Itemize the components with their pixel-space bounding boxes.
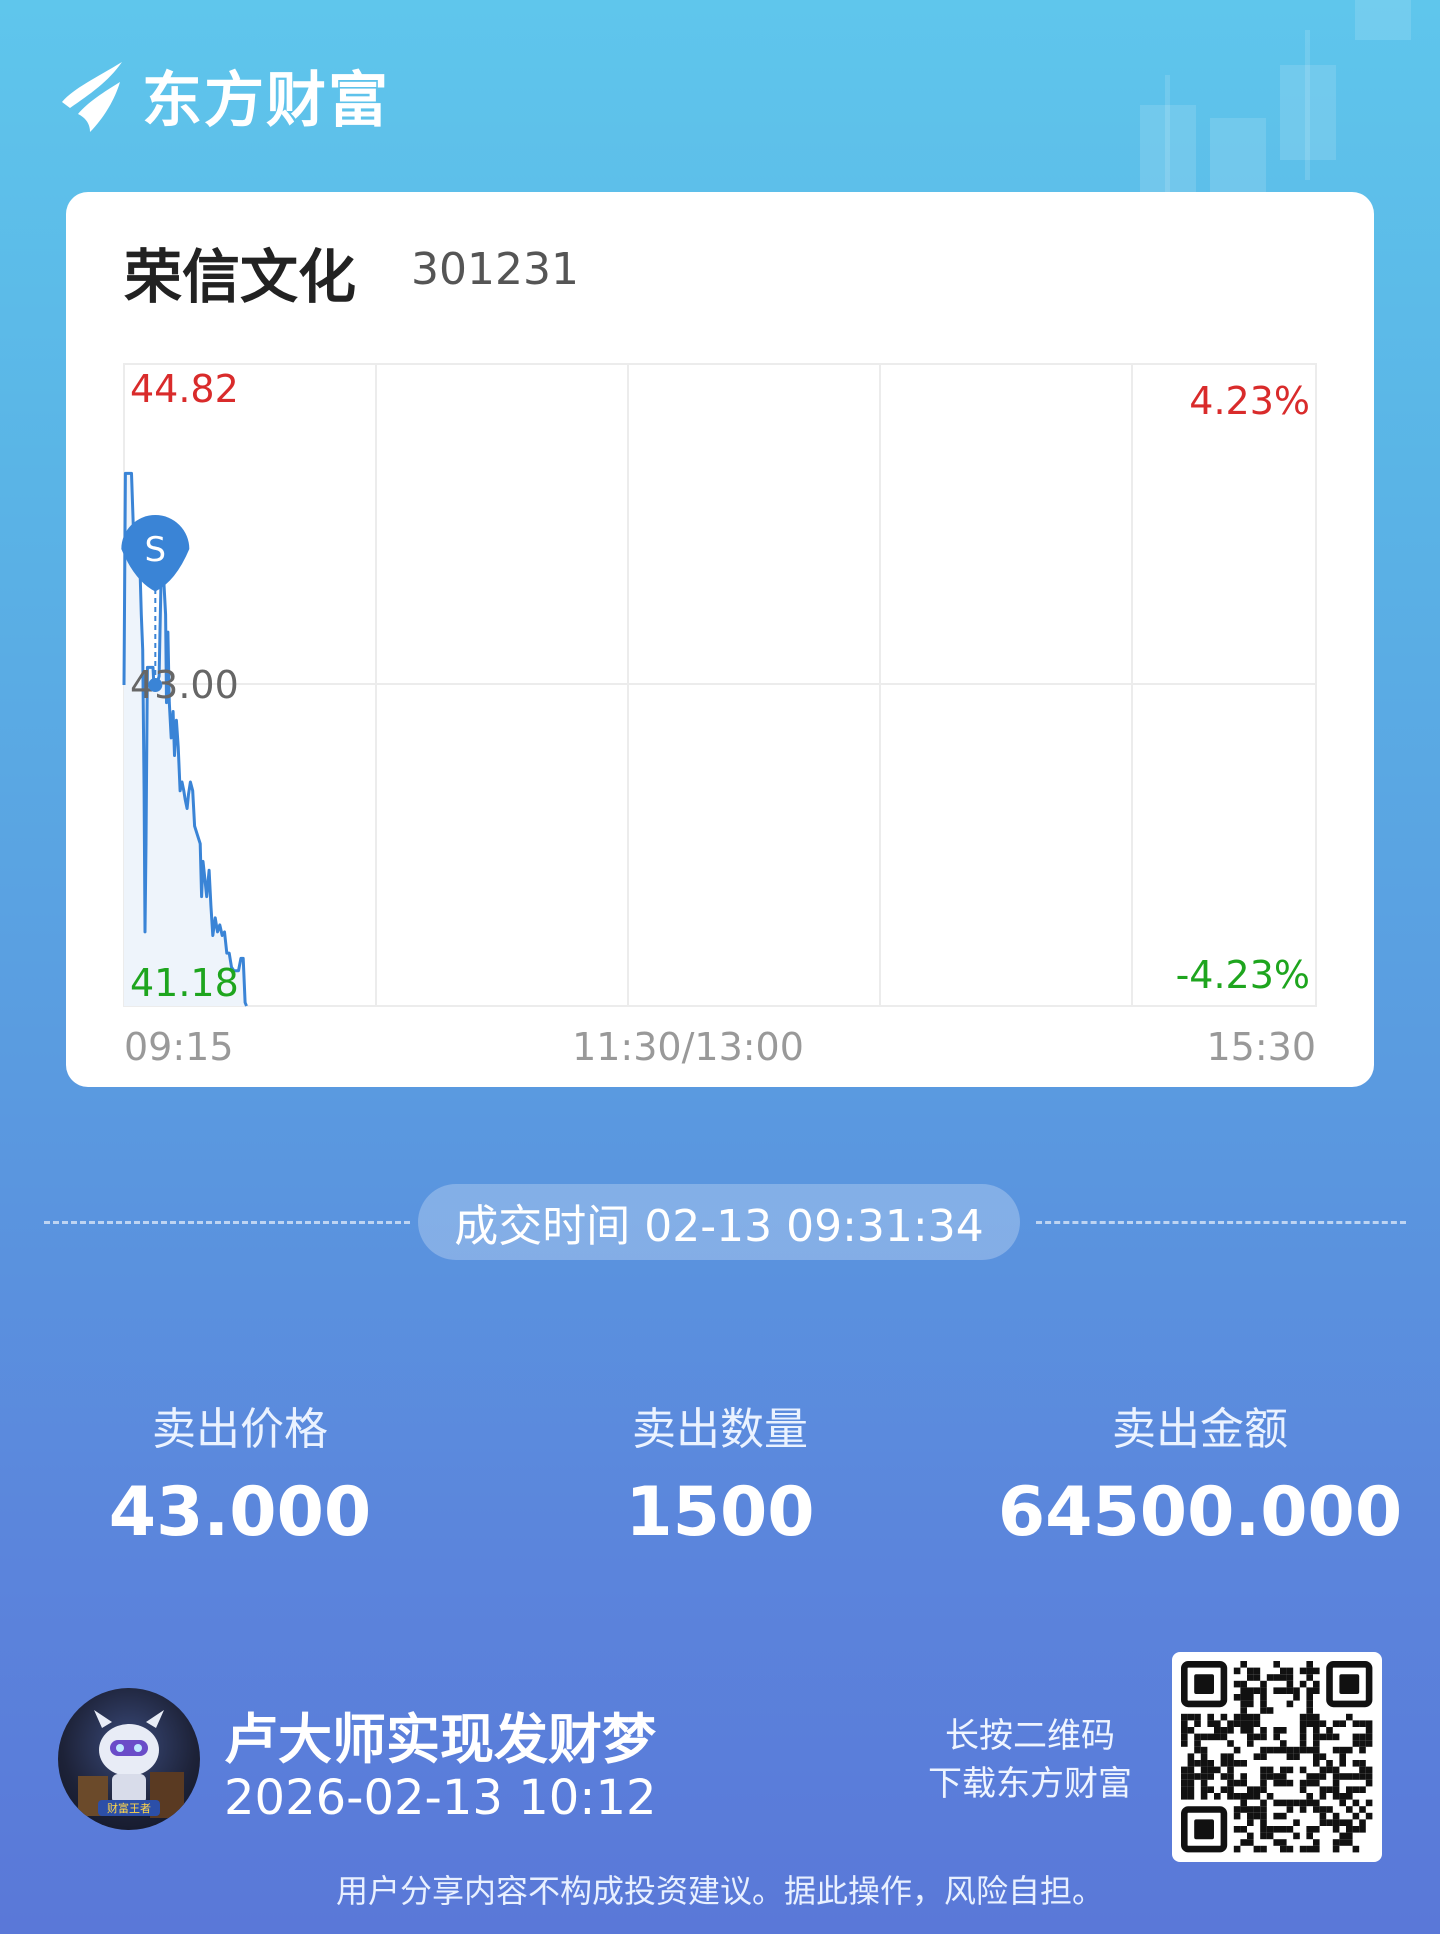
background-candle-wick — [1305, 30, 1310, 180]
pct-min-label: -4.23% — [1176, 953, 1310, 997]
sell-marker-label: S — [145, 530, 167, 570]
stat-sell-amount: 卖出金额 64500.000 — [990, 1393, 1410, 1552]
stat-sell-quantity: 卖出数量 1500 — [510, 1393, 930, 1552]
brand-name: 东方财富 — [142, 66, 390, 136]
stat-label: 卖出数量 — [632, 1404, 808, 1455]
stat-value: 43.000 — [108, 1473, 372, 1552]
stat-label: 卖出金额 — [1112, 1404, 1288, 1455]
sell-marker-dot — [148, 678, 163, 692]
pct-max-label: 4.23% — [1189, 379, 1310, 423]
background-candle-wick — [1165, 75, 1170, 195]
qr-code-icon — [1181, 1661, 1373, 1853]
intraday-price-chart[interactable]: 44.82 43.00 41.18 4.23% -4.23% 09:15 11:… — [66, 192, 1374, 1087]
qr-code[interactable] — [1172, 1652, 1382, 1862]
disclaimer: 用户分享内容不构成投资建议。据此操作，风险自担。 — [335, 1872, 1104, 1910]
brand-logo: 东方财富 — [56, 52, 390, 139]
price-mid-label: 43.00 — [130, 663, 239, 707]
stat-sell-price: 卖出价格 43.000 — [30, 1393, 450, 1552]
stat-label: 卖出价格 — [152, 1404, 328, 1455]
price-min-label: 41.18 — [130, 961, 239, 1005]
x-tick-label: 09:15 — [124, 1025, 234, 1069]
avatar[interactable]: 财富王者 — [58, 1688, 200, 1830]
dashed-divider-right — [1036, 1221, 1406, 1224]
x-tick-label: 15:30 — [1206, 1025, 1316, 1069]
share-timestamp: 2026-02-13 10:12 — [224, 1770, 657, 1826]
stat-value: 1500 — [625, 1473, 815, 1552]
qr-hint: 长按二维码 下载东方财富 — [920, 1712, 1140, 1808]
robot-avatar-icon: 财富王者 — [78, 1710, 184, 1818]
stat-value: 64500.000 — [997, 1473, 1403, 1552]
price-max-label: 44.82 — [130, 367, 239, 411]
dashed-divider-left — [44, 1221, 410, 1224]
stock-chart-card[interactable]: 荣信文化 301231 44.82 43.00 41.18 4.23% -4.2… — [66, 192, 1374, 1087]
x-tick-label: 11:30/13:00 — [572, 1025, 804, 1069]
username: 卢大师实现发财梦 — [224, 1708, 656, 1771]
chart-grid — [123, 363, 1317, 1007]
trade-time-badge: 成交时间 02-13 09:31:34 — [418, 1184, 1020, 1260]
qr-hint-line: 长按二维码 — [945, 1716, 1115, 1756]
avatar-badge-text: 财富王者 — [107, 1801, 151, 1815]
background-candle-decoration — [1210, 118, 1266, 198]
background-candle-decoration — [1355, 0, 1411, 40]
qr-hint-line: 下载东方财富 — [928, 1764, 1132, 1804]
brand-swoosh-icon — [62, 61, 122, 132]
